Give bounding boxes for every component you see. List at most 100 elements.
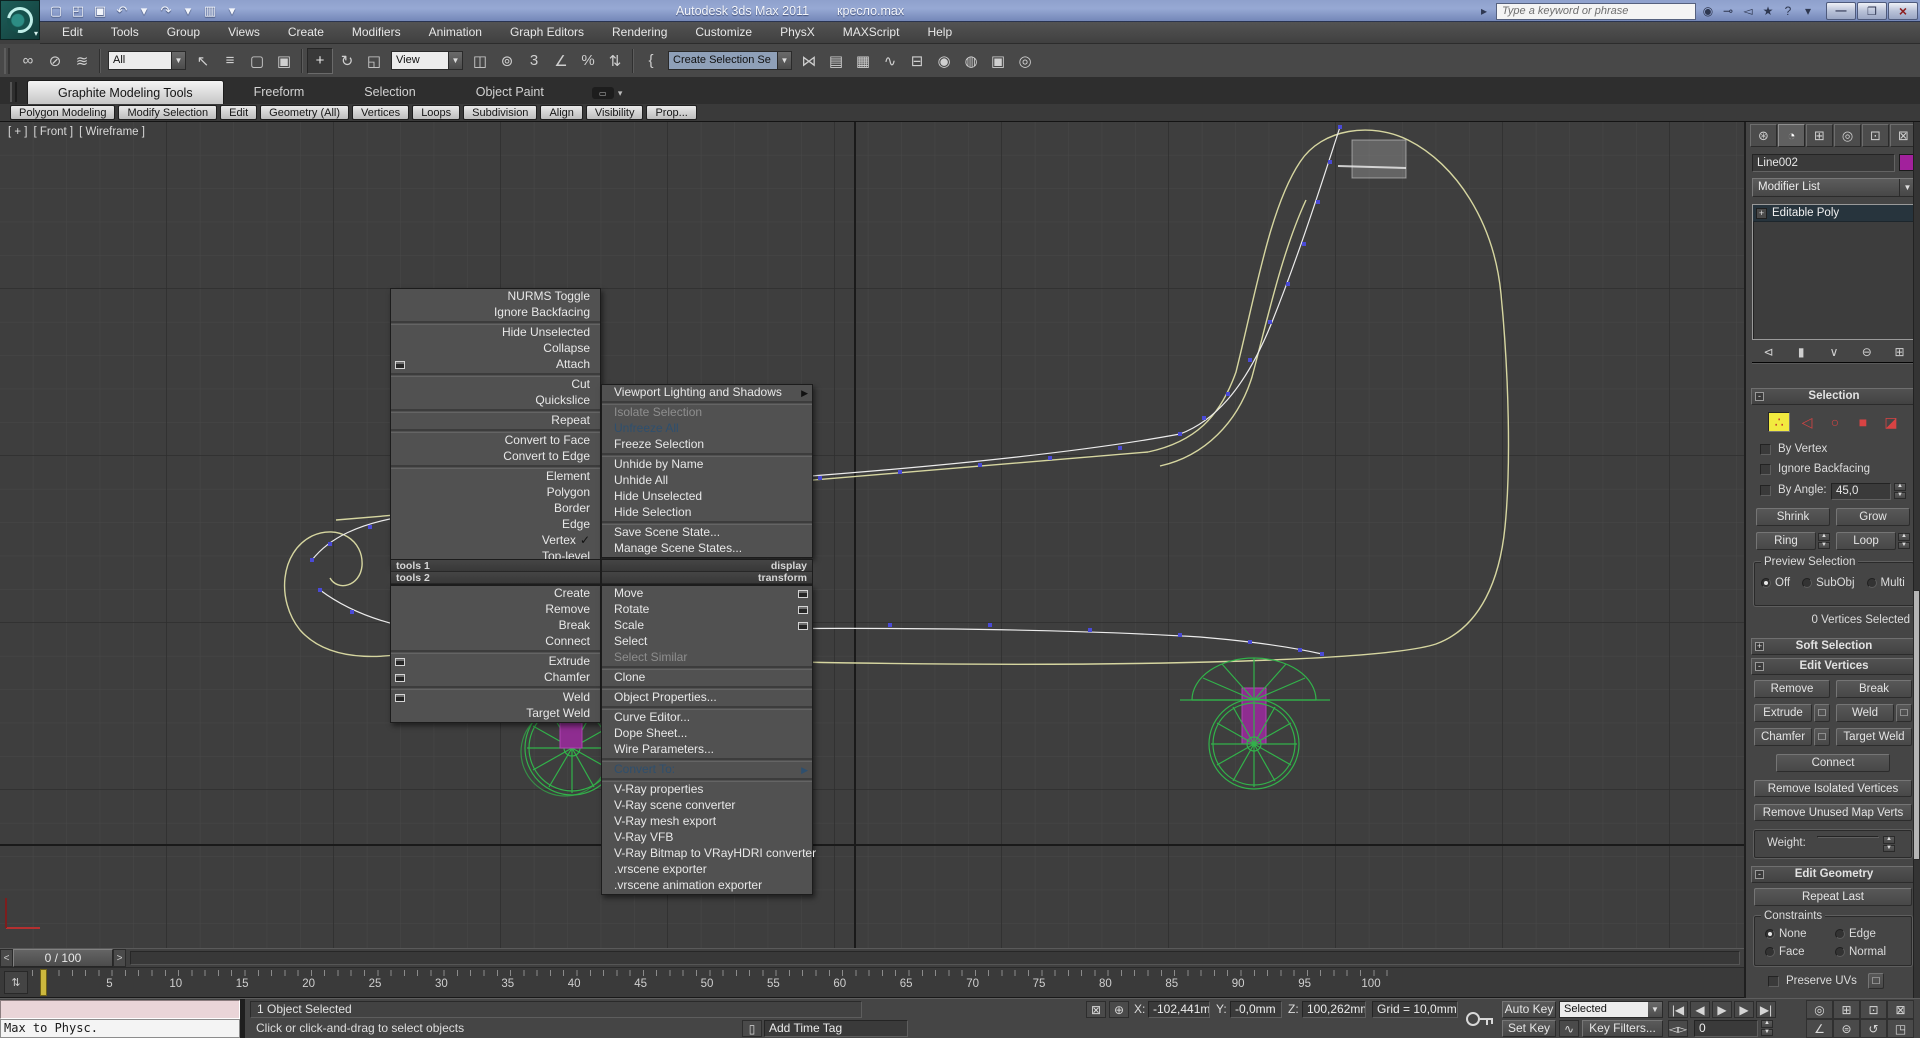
- ribbon-panel-button[interactable]: Geometry (All): [260, 105, 349, 120]
- object-name-field[interactable]: Line002: [1752, 154, 1895, 172]
- percent-snap-icon[interactable]: %: [575, 48, 601, 74]
- ribbon-minimize-control[interactable]: ▭ ▾: [592, 87, 623, 99]
- z-coordinate-field[interactable]: 100,262mm: [1302, 1001, 1366, 1018]
- edit-named-selection-sets-icon[interactable]: {: [638, 48, 664, 74]
- ribbon-panel-button[interactable]: Modify Selection: [118, 105, 217, 120]
- quad-header-display[interactable]: display: [602, 560, 812, 572]
- help-dropdown-icon[interactable]: ▾: [1799, 2, 1817, 20]
- layer-manager-icon[interactable]: ▦: [850, 48, 876, 74]
- menu-item[interactable]: Views: [214, 22, 274, 43]
- quad-menu-item[interactable]: Polygon✓▶: [391, 485, 600, 501]
- quad-menu-item[interactable]: Cut✓▶: [391, 377, 600, 393]
- quad-menu-item[interactable]: NURMS Toggle✓▶: [391, 289, 600, 305]
- animation-set-dropdown[interactable]: Selected▼: [1559, 1001, 1663, 1018]
- tab-hierarchy[interactable]: ⊞: [1806, 124, 1833, 147]
- front-viewport[interactable]: [ + ] [ Front ] [ Wireframe ] NURMS Togg…: [0, 122, 1744, 948]
- remove-isolated-vertices-button[interactable]: Remove Isolated Vertices: [1754, 780, 1912, 797]
- toolbar-grip[interactable]: [4, 48, 10, 74]
- soft-selection-rollout-header[interactable]: + Soft Selection: [1751, 638, 1917, 655]
- quad-menu-item[interactable]: Viewport Lighting and Shadows✓▶: [602, 385, 812, 401]
- maxscript-mini-listener[interactable]: Max to Physc.: [0, 1019, 240, 1038]
- infocenter-search-input[interactable]: [1496, 3, 1696, 20]
- ribbon-tab[interactable]: Object Paint: [446, 80, 574, 104]
- quad-menu-item[interactable]: Convert To:✓▶: [602, 762, 812, 778]
- quad-menu-item[interactable]: Create✓▶: [391, 586, 600, 602]
- collapse-icon[interactable]: -: [1755, 662, 1764, 671]
- undo-dropdown-icon[interactable]: ▾: [134, 2, 154, 20]
- go-to-end-button[interactable]: ▶|: [1756, 1001, 1776, 1018]
- constraint-radio[interactable]: Face: [1765, 946, 1835, 958]
- quad-menu-item[interactable]: Clone✓▶: [602, 670, 812, 686]
- quad-menu-item[interactable]: Remove✓▶: [391, 602, 600, 618]
- preview-selection-radio[interactable]: Multi: [1867, 577, 1905, 589]
- by-angle-spinner[interactable]: ▲▼: [1894, 483, 1906, 499]
- maximize-viewport-toggle-button[interactable]: ◳: [1887, 1019, 1914, 1038]
- expand-icon[interactable]: +: [1755, 642, 1764, 651]
- key-mode-toggle[interactable]: ◅▻: [1668, 1020, 1688, 1037]
- settings-box-icon[interactable]: [395, 361, 405, 369]
- align-icon[interactable]: ▤: [823, 48, 849, 74]
- quad-menu-item[interactable]: Unhide by Name✓▶: [602, 457, 812, 473]
- ring-spinner[interactable]: ▲▼: [1818, 533, 1830, 549]
- undo-icon[interactable]: ↶: [112, 2, 132, 20]
- menu-item[interactable]: Group: [153, 22, 214, 43]
- render-production-icon[interactable]: ◎: [1012, 48, 1038, 74]
- menu-item[interactable]: Edit: [48, 22, 97, 43]
- target-weld-button[interactable]: Target Weld: [1836, 728, 1912, 746]
- edge-subobject-icon[interactable]: ◁: [1796, 412, 1818, 432]
- previous-frame-button[interactable]: ◀: [1690, 1001, 1710, 1018]
- absolute-offset-mode-toggle[interactable]: ⊕: [1109, 1001, 1129, 1018]
- menu-item[interactable]: Animation: [415, 22, 496, 43]
- time-slider-track[interactable]: [130, 951, 1740, 965]
- select-and-link-icon[interactable]: ∞: [15, 48, 41, 74]
- modifier-stack-row[interactable]: + Editable Poly: [1753, 205, 1915, 222]
- new-scene-icon[interactable]: ▢: [46, 2, 66, 20]
- selection-rollout-header[interactable]: - Selection: [1751, 388, 1917, 405]
- mirror-icon[interactable]: ⋈: [796, 48, 822, 74]
- ribbon-panel-button[interactable]: Loops: [412, 105, 460, 120]
- quad-menu-item[interactable]: Hide Selection✓▶: [602, 505, 812, 521]
- settings-box-icon[interactable]: [395, 658, 405, 666]
- quad-menu-item[interactable]: Dope Sheet...✓▶: [602, 726, 812, 742]
- quad-menu-item[interactable]: V-Ray Bitmap to VRayHDRI converter✓▶: [602, 846, 812, 862]
- dropdown-arrow-icon[interactable]: ▼: [171, 52, 185, 69]
- ribbon-panel-button[interactable]: Vertices: [352, 105, 409, 120]
- settings-box-icon[interactable]: [798, 622, 808, 630]
- current-frame-marker[interactable]: [40, 969, 47, 996]
- weight-spinner[interactable]: ▲▼: [1883, 836, 1895, 852]
- quad-menu-item[interactable]: Collapse✓▶: [391, 341, 600, 357]
- render-setup-icon[interactable]: ◍: [958, 48, 984, 74]
- quad-menu-item[interactable]: Rotate✓▶: [602, 602, 812, 618]
- select-and-scale-icon[interactable]: ◱: [361, 48, 387, 74]
- modifier-stack[interactable]: + Editable Poly: [1752, 204, 1916, 340]
- reference-coordinate-system-dropdown[interactable]: View ▼: [391, 51, 463, 70]
- menu-item[interactable]: Graph Editors: [496, 22, 598, 43]
- constraint-radio[interactable]: None: [1765, 928, 1835, 940]
- time-slider-handle[interactable]: 0 / 100: [13, 949, 113, 967]
- schematic-view-icon[interactable]: ⊟: [904, 48, 930, 74]
- weld-settings-button[interactable]: □: [1896, 704, 1912, 722]
- dropdown-arrow-icon[interactable]: ▼: [448, 52, 462, 69]
- by-vertex-checkbox[interactable]: [1760, 444, 1771, 455]
- quad-menu-item[interactable]: Connect✓▶: [391, 634, 600, 650]
- quad-menu-item[interactable]: Chamfer✓▶: [391, 670, 600, 686]
- viewport-menu-shading[interactable]: [ Wireframe ]: [79, 126, 145, 138]
- connect-button[interactable]: Connect: [1776, 754, 1890, 772]
- quad-menu-item[interactable]: Isolate Selection✓▶: [602, 405, 812, 421]
- show-end-result-icon[interactable]: ▮: [1792, 344, 1810, 360]
- scrollbar-thumb[interactable]: [1913, 590, 1920, 860]
- settings-box-icon[interactable]: [798, 590, 808, 598]
- quad-menu-item[interactable]: Object Properties...✓▶: [602, 690, 812, 706]
- ribbon-panel-button[interactable]: Edit: [220, 105, 257, 120]
- vertex-subobject-icon[interactable]: ∴: [1768, 412, 1790, 432]
- bind-to-space-warp-icon[interactable]: ≋: [69, 48, 95, 74]
- quad-menu-item[interactable]: Extrude✓▶: [391, 654, 600, 670]
- go-to-start-button[interactable]: |◀: [1668, 1001, 1688, 1018]
- make-unique-icon[interactable]: ∨: [1825, 344, 1843, 360]
- select-and-rotate-icon[interactable]: ↻: [334, 48, 360, 74]
- ribbon-tab[interactable]: Graphite Modeling Tools: [27, 80, 224, 104]
- frame-spinner[interactable]: ▲▼: [1761, 1020, 1773, 1036]
- rendered-frame-window-icon[interactable]: ▣: [985, 48, 1011, 74]
- application-menu-button[interactable]: ▾: [0, 0, 40, 40]
- quad-menu-item[interactable]: Quickslice✓▶: [391, 393, 600, 409]
